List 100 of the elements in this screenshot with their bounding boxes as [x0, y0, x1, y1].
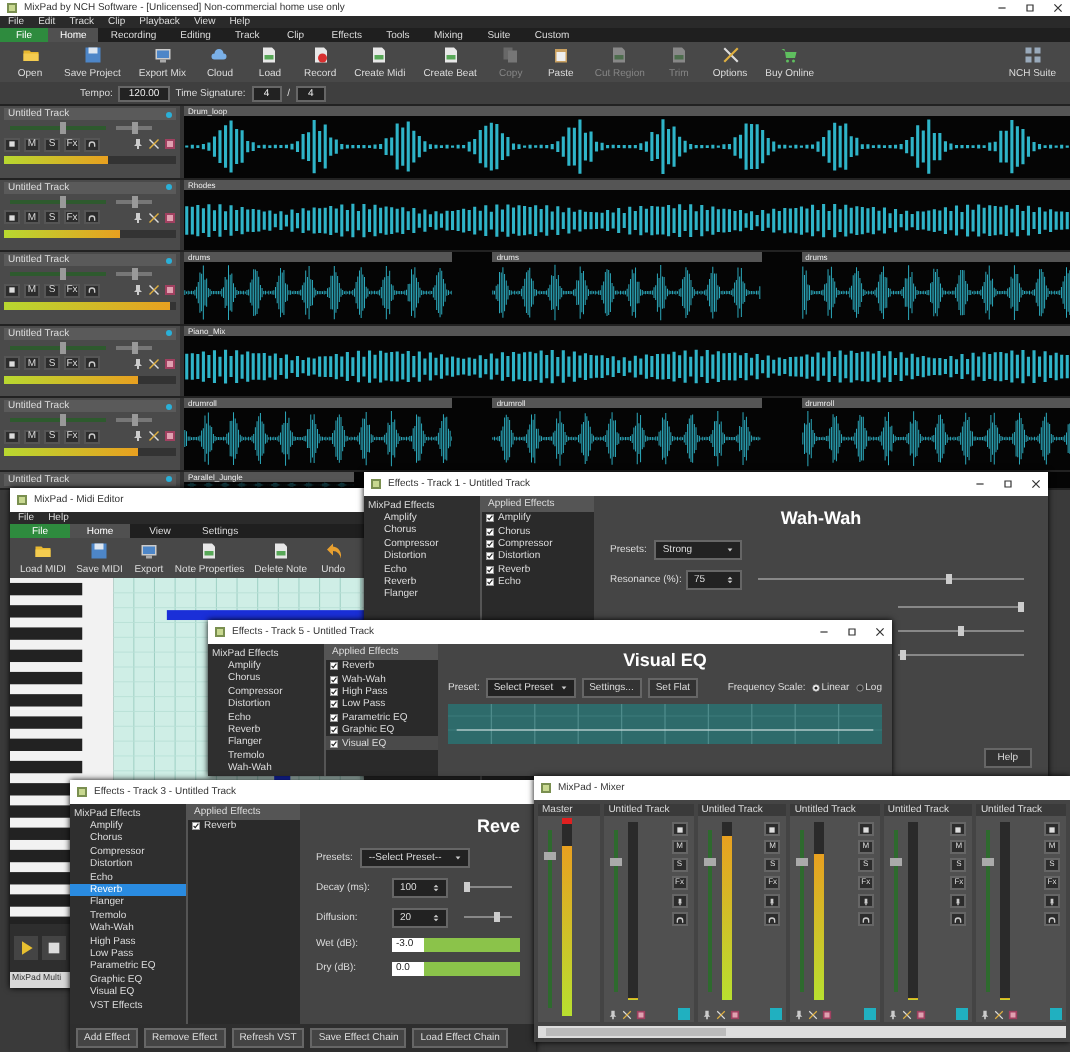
headphones-button[interactable] — [1044, 912, 1060, 926]
checkbox[interactable] — [486, 578, 494, 587]
spinner-icon[interactable] — [726, 575, 734, 584]
app-icon — [16, 494, 28, 506]
pin-icon — [132, 284, 144, 297]
stop-icon — [768, 825, 777, 833]
microphone-button[interactable] — [764, 894, 781, 908]
color-swatch[interactable] — [1050, 1008, 1062, 1020]
fader[interactable] — [800, 830, 805, 992]
maximize-icon[interactable] — [1002, 478, 1014, 490]
checkbox[interactable] — [330, 687, 338, 696]
app-icon — [214, 626, 226, 638]
pin-icon — [132, 138, 144, 150]
record-button[interactable] — [1044, 822, 1060, 836]
pan-slider[interactable] — [116, 272, 152, 277]
track-dot-icon — [166, 257, 172, 264]
record-button[interactable] — [857, 822, 874, 836]
color-swatch[interactable] — [770, 1008, 783, 1020]
fader[interactable] — [986, 830, 991, 992]
minimize-icon[interactable] — [818, 626, 830, 638]
headphones-button[interactable] — [84, 429, 100, 444]
checkbox[interactable] — [330, 675, 338, 684]
pan-slider[interactable] — [116, 345, 152, 350]
headphones-icon — [88, 359, 96, 368]
minimize-icon[interactable] — [996, 2, 1008, 14]
record-button[interactable] — [671, 822, 688, 836]
headphones-button[interactable] — [857, 912, 874, 926]
checkbox[interactable] — [486, 565, 494, 574]
record-button[interactable] — [950, 822, 967, 836]
scrollbar[interactable] — [538, 1026, 1066, 1038]
eq-graph[interactable] — [448, 703, 882, 744]
app-icon — [540, 782, 552, 794]
pan-slider[interactable] — [116, 418, 152, 423]
stop-icon — [8, 432, 16, 441]
stop-button[interactable] — [4, 210, 20, 225]
fader[interactable] — [614, 830, 619, 992]
fader[interactable] — [707, 830, 712, 992]
microphone-button[interactable] — [857, 894, 874, 908]
color-swatch[interactable] — [863, 1008, 876, 1020]
stop-button[interactable] — [4, 137, 20, 151]
checkbox[interactable] — [486, 539, 494, 548]
microphone-button[interactable] — [1044, 894, 1060, 908]
spinner-icon[interactable] — [432, 913, 440, 922]
record-button[interactable] — [764, 822, 781, 836]
spinner-icon[interactable] — [432, 883, 440, 892]
microphone-button[interactable] — [671, 894, 688, 908]
play-button[interactable] — [14, 936, 38, 960]
pin-icon — [701, 1009, 712, 1019]
headphones-button[interactable] — [84, 210, 100, 225]
pages-icon — [501, 45, 520, 63]
maximize-icon[interactable] — [1024, 2, 1036, 14]
headphones-button[interactable] — [84, 356, 100, 371]
pan-slider[interactable] — [116, 199, 152, 204]
radio-button[interactable] — [855, 683, 864, 692]
stop-icon — [46, 940, 62, 956]
stop-button[interactable] — [42, 936, 66, 960]
stop-button[interactable] — [4, 356, 20, 371]
checkbox[interactable] — [330, 739, 338, 748]
headphones-button[interactable] — [671, 912, 688, 926]
microphone-button[interactable] — [950, 894, 967, 908]
close-icon[interactable] — [874, 626, 886, 638]
minimize-icon[interactable] — [974, 478, 986, 490]
effect-heading: Reve — [476, 816, 520, 836]
checkbox[interactable] — [330, 713, 338, 722]
headphones-button[interactable] — [764, 912, 781, 926]
tools-icon — [148, 138, 160, 150]
stop-icon — [861, 825, 870, 833]
color-swatch[interactable] — [677, 1008, 690, 1020]
maximize-icon[interactable] — [846, 626, 858, 638]
stop-icon — [675, 825, 684, 833]
monitor-icon — [153, 45, 172, 63]
stop-icon — [8, 213, 16, 222]
color-swatch[interactable] — [956, 1008, 969, 1020]
close-icon[interactable] — [1052, 2, 1064, 14]
tools-icon — [148, 357, 160, 370]
folder-icon — [34, 541, 53, 559]
document-icon — [271, 541, 290, 559]
radio-button[interactable] — [811, 683, 820, 692]
checkbox[interactable] — [192, 822, 200, 831]
pin-icon — [608, 1009, 619, 1019]
headphones-button[interactable] — [950, 912, 967, 926]
stop-button[interactable] — [4, 283, 20, 298]
checkbox[interactable] — [330, 662, 338, 671]
fader[interactable] — [893, 830, 898, 992]
stop-icon — [8, 286, 16, 295]
stop-button[interactable] — [4, 429, 20, 444]
play-icon — [18, 940, 34, 956]
checkbox[interactable] — [330, 700, 338, 709]
checkbox[interactable] — [486, 527, 494, 536]
headphones-button[interactable] — [84, 283, 100, 298]
record-icon — [311, 45, 330, 63]
checkbox[interactable] — [486, 514, 494, 523]
checkbox[interactable] — [330, 726, 338, 735]
pin-icon — [980, 1009, 991, 1019]
close-icon[interactable] — [1030, 478, 1042, 490]
headphones-icon — [88, 286, 96, 295]
checkbox[interactable] — [486, 552, 494, 561]
headphones-button[interactable] — [84, 137, 100, 151]
effect-heading: Wah-Wah — [780, 508, 862, 528]
app-icon — [76, 786, 88, 798]
